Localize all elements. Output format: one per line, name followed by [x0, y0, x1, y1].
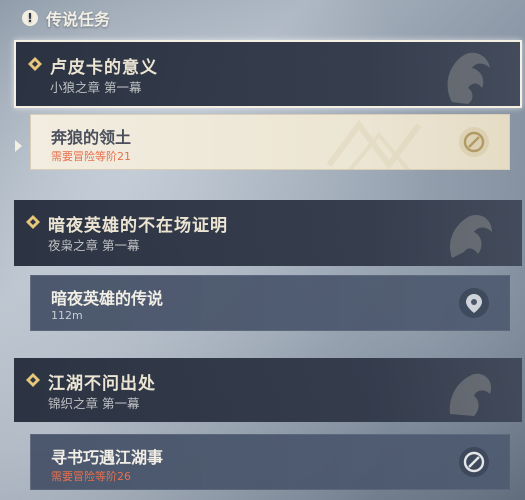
- quest-item-name: 寻书巧遇江湖事: [51, 448, 164, 467]
- quest-diamond-icon: [28, 57, 42, 71]
- locked-icon: [459, 447, 489, 477]
- selection-pointer-icon: [15, 140, 22, 152]
- wolf-emblem-icon: [447, 52, 490, 104]
- quest-header-dark-night-hero[interactable]: 暗夜英雄的不在场证明 夜枭之章 第一幕: [14, 200, 522, 266]
- quest-item-requirement: 需要冒险等阶26: [51, 470, 131, 483]
- quest-title: 卢皮卡的意义: [50, 58, 158, 78]
- quest-item-name: 暗夜英雄的传说: [51, 289, 164, 308]
- decorative-pattern: [326, 120, 422, 171]
- location-pin-icon[interactable]: [459, 288, 489, 318]
- quest-title: 暗夜英雄的不在场证明: [48, 216, 228, 236]
- quest-chapter: 小狼之章 第一幕: [50, 80, 142, 95]
- quest-item-jianghu-book[interactable]: 寻书巧遇江湖事 需要冒险等阶26: [30, 434, 510, 490]
- section-title-text: 传说任务: [46, 10, 111, 29]
- quest-title: 江湖不问出处: [48, 374, 156, 394]
- legend-quests-header: ! 传说任务: [22, 6, 110, 30]
- quest-chapter: 锦织之章 第一幕: [48, 396, 140, 411]
- quest-item-requirement: 需要冒险等阶21: [51, 150, 131, 163]
- quest-item-dark-night-legend[interactable]: 暗夜英雄的传说 112m: [30, 275, 510, 331]
- quest-chapter: 夜枭之章 第一幕: [48, 238, 140, 253]
- quest-item-name: 奔狼的领土: [51, 128, 132, 147]
- quest-item-distance: 112m: [51, 309, 83, 322]
- quest-header-jianghu[interactable]: 江湖不问出处 锦织之章 第一幕: [14, 358, 522, 422]
- quest-header-lupical[interactable]: 卢皮卡的意义 小狼之章 第一幕: [14, 40, 522, 108]
- quest-diamond-icon: [26, 373, 40, 387]
- locked-icon: [459, 127, 489, 157]
- exclamation-icon: !: [22, 10, 38, 26]
- owl-emblem-icon: [450, 214, 492, 258]
- quest-diamond-icon: [26, 215, 40, 229]
- brocade-emblem-icon: [449, 373, 492, 416]
- quest-item-wolf-territory[interactable]: 奔狼的领土 需要冒险等阶21: [30, 114, 510, 171]
